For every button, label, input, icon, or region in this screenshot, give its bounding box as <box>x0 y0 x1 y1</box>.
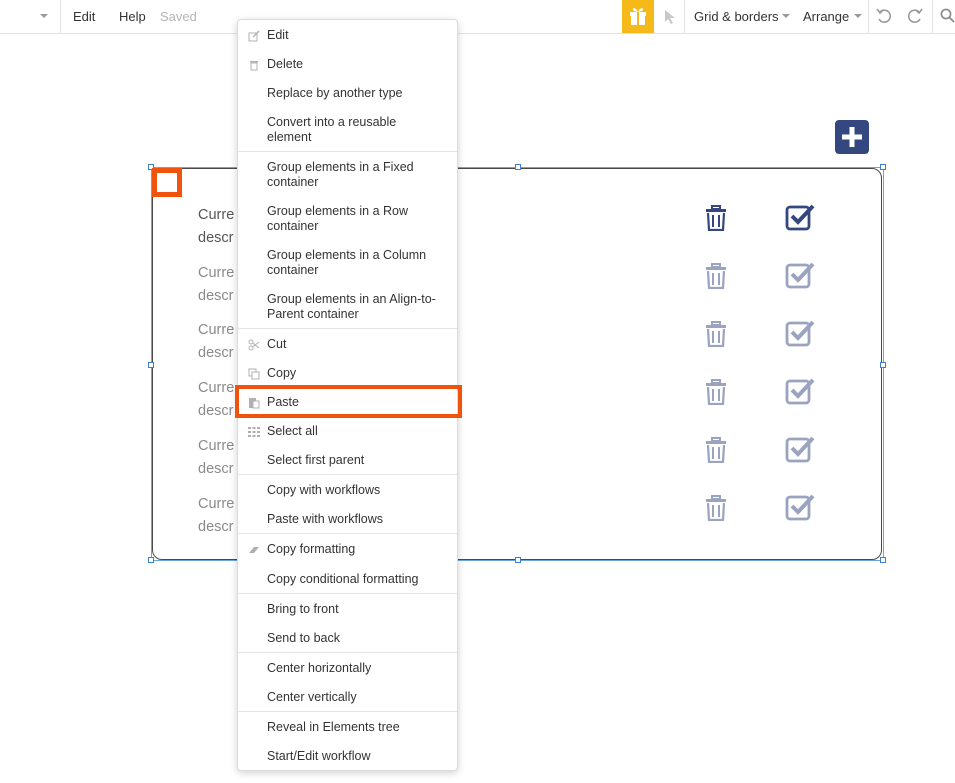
redo-icon[interactable] <box>906 7 924 25</box>
checkbox-checked-icon[interactable] <box>785 377 815 405</box>
trash-icon[interactable] <box>705 379 727 405</box>
resize-handle[interactable] <box>148 362 154 368</box>
divider <box>932 0 933 33</box>
saved-status: Saved <box>160 9 197 24</box>
menu-item-group-fixed[interactable]: Group elements in a Fixed container <box>238 160 457 190</box>
menu-item-group-align-parent[interactable]: Group elements in an Align-to- Parent co… <box>238 292 457 322</box>
menu-divider <box>238 533 457 534</box>
undo-icon[interactable] <box>875 7 893 25</box>
chevron-down-icon <box>854 14 862 18</box>
menu-item-bring-front[interactable]: Bring to front <box>238 602 457 617</box>
row-text: Curre descr <box>198 496 235 535</box>
resize-handle[interactable] <box>515 557 521 563</box>
trash-icon[interactable] <box>705 321 727 347</box>
row-text: Curre descr <box>198 322 235 361</box>
row-text: Curre descr <box>198 380 235 419</box>
menu-item-convert-reusable[interactable]: Convert into a reusable element <box>238 115 457 145</box>
menu-item-copy-formatting[interactable]: Copy formatting <box>238 542 457 557</box>
row-text: Curre descr <box>198 438 235 477</box>
arrange-menu[interactable]: Arrange <box>803 0 849 33</box>
divider <box>60 0 61 33</box>
trash-icon[interactable] <box>705 205 727 231</box>
menu-item-copy-conditional[interactable]: Copy conditional formatting <box>238 572 457 587</box>
resize-handle[interactable] <box>880 164 886 170</box>
menu-divider <box>238 328 457 329</box>
menu-divider <box>238 151 457 152</box>
checkbox-checked-icon[interactable] <box>785 493 815 521</box>
checkbox-checked-icon[interactable] <box>785 261 815 289</box>
help-menu[interactable]: Help <box>119 0 146 33</box>
chevron-down-icon[interactable] <box>40 14 48 18</box>
trash-icon[interactable] <box>705 437 727 463</box>
eraser-icon <box>249 547 259 553</box>
menu-item-group-column[interactable]: Group elements in a Column container <box>238 248 457 278</box>
checkbox-checked-icon[interactable] <box>785 435 815 463</box>
divider <box>684 0 685 33</box>
grid-borders-menu[interactable]: Grid & borders <box>694 0 779 33</box>
divider <box>868 0 869 33</box>
menu-item-send-back[interactable]: Send to back <box>238 631 457 646</box>
menu-item-center-horizontally[interactable]: Center horizontally <box>238 661 457 676</box>
menu-divider <box>238 593 457 594</box>
menu-item-center-vertically[interactable]: Center vertically <box>238 690 457 705</box>
plus-icon <box>842 127 862 147</box>
paste-highlight-box <box>235 385 462 418</box>
menu-item-paste-workflows[interactable]: Paste with workflows <box>238 512 457 527</box>
menu-item-select-all[interactable]: Select all <box>238 424 457 439</box>
scissors-icon <box>248 339 260 351</box>
menu-item-start-workflow[interactable]: Start/Edit workflow <box>238 749 457 764</box>
resize-handle[interactable] <box>880 557 886 563</box>
menu-item-replace[interactable]: Replace by another type <box>238 86 457 101</box>
cursor-icon[interactable] <box>664 9 678 25</box>
add-element-button[interactable] <box>835 120 869 154</box>
resize-handle[interactable] <box>880 362 886 368</box>
row-text: Curre descr <box>198 265 235 304</box>
menu-item-cut[interactable]: Cut <box>238 337 457 352</box>
menu-divider <box>238 711 457 712</box>
edit-menu[interactable]: Edit <box>73 0 95 33</box>
menu-item-select-parent[interactable]: Select first parent <box>238 453 457 468</box>
highlighted-checkbox-element[interactable] <box>152 168 182 197</box>
search-icon[interactable] <box>940 8 955 24</box>
resize-handle[interactable] <box>515 164 521 170</box>
menu-item-copy-workflows[interactable]: Copy with workflows <box>238 483 457 498</box>
menu-item-group-row[interactable]: Group elements in a Row container <box>238 204 457 234</box>
row-text: Curre descr <box>198 207 235 246</box>
gift-button[interactable] <box>622 0 654 33</box>
menu-item-edit[interactable]: Edit <box>238 28 457 43</box>
pencil-icon <box>248 30 260 42</box>
menu-divider <box>238 474 457 475</box>
menu-item-copy[interactable]: Copy <box>238 366 457 381</box>
chevron-down-icon <box>782 14 790 18</box>
trash-icon <box>250 61 258 71</box>
top-toolbar: Edit Help Saved Grid & borders Arrange <box>0 0 955 34</box>
trash-icon[interactable] <box>705 263 727 289</box>
trash-icon[interactable] <box>705 495 727 521</box>
menu-item-reveal-tree[interactable]: Reveal in Elements tree <box>238 720 457 735</box>
resize-handle[interactable] <box>148 557 154 563</box>
checkbox-checked-icon[interactable] <box>785 319 815 347</box>
menu-divider <box>238 652 457 653</box>
checkbox-checked-icon[interactable] <box>785 203 815 231</box>
grid-icon <box>248 427 260 437</box>
menu-item-delete[interactable]: Delete <box>238 57 457 72</box>
copy-icon <box>248 368 260 380</box>
gift-icon <box>630 8 646 25</box>
